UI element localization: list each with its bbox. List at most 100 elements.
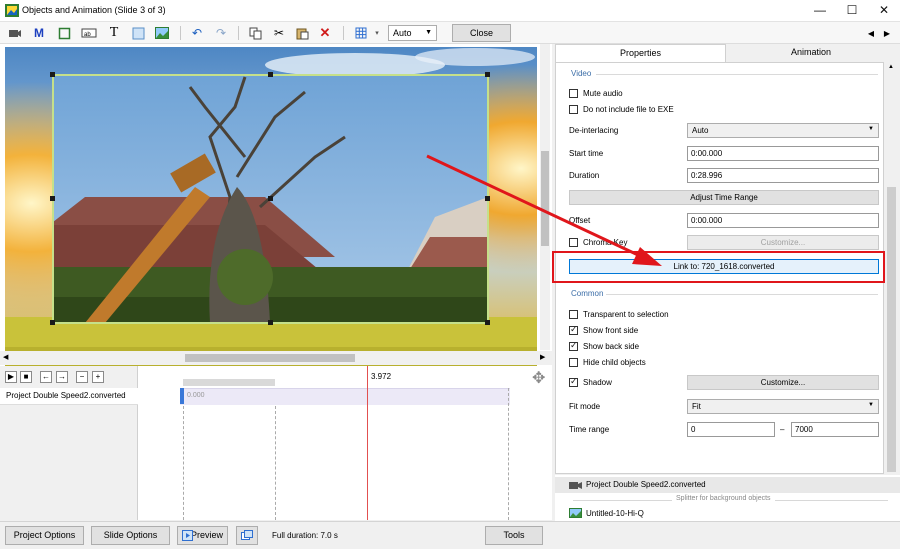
hide-child-checkbox[interactable] xyxy=(569,358,578,367)
object-name: Project Double Speed2.converted xyxy=(586,480,706,489)
section-divider xyxy=(606,294,878,295)
object-name[interactable]: Untitled-10-Hi-Q xyxy=(586,509,644,518)
frame-icon[interactable] xyxy=(129,24,147,42)
exclude-file-label: Do not include file to EXE xyxy=(583,105,674,114)
shadow-label: Shadow xyxy=(583,378,612,387)
section-divider xyxy=(596,74,878,75)
camera-icon[interactable] xyxy=(6,24,24,42)
stop-icon[interactable]: ■ xyxy=(20,371,32,383)
deinterlacing-value: Auto xyxy=(692,126,709,135)
transparent-checkbox[interactable] xyxy=(569,310,578,319)
transparent-label: Transparent to selection xyxy=(583,310,669,319)
canvas-horizontal-scrollbar[interactable]: ◀ ▶ xyxy=(0,351,552,365)
properties-scrollbar[interactable]: ▲ xyxy=(884,62,899,474)
project-options-button[interactable]: Project Options xyxy=(5,526,84,545)
cut-icon[interactable]: ✂ xyxy=(270,24,288,42)
scroll-thumb[interactable] xyxy=(887,187,896,472)
preview-button[interactable]: Preview xyxy=(177,526,228,545)
app-icon xyxy=(5,4,19,17)
next-icon[interactable]: ▶ xyxy=(878,24,896,42)
timeline-start-handle[interactable] xyxy=(180,388,184,404)
canvas-vertical-scrollbar[interactable] xyxy=(540,44,550,350)
show-back-checkbox[interactable] xyxy=(569,340,578,351)
paste-icon[interactable] xyxy=(293,24,311,42)
grid-dropdown-icon[interactable]: ▾ xyxy=(368,24,386,42)
close-window-button[interactable]: ✕ xyxy=(870,2,898,19)
mute-audio-checkbox[interactable] xyxy=(569,89,578,98)
fit-mode-label: Fit mode xyxy=(569,402,601,411)
scroll-left-icon[interactable]: ◀ xyxy=(3,353,8,361)
show-front-checkbox[interactable] xyxy=(569,324,578,335)
adjust-time-range-button[interactable]: Adjust Time Range xyxy=(569,190,879,205)
zoom-in-icon[interactable]: + xyxy=(92,371,104,383)
timeline-range-bar xyxy=(183,379,275,386)
chevron-down-icon: ▼ xyxy=(425,29,432,36)
time-range-to-field[interactable]: 7000 xyxy=(791,422,879,437)
toolbar: M ab T ↶ ↷ ✂ ✕ ▾ Auto ▼ Close ◀ ▶ xyxy=(0,22,900,44)
timeline-bar-start: 0.000 xyxy=(187,392,205,399)
zoom-select[interactable]: Auto ▼ xyxy=(388,25,437,41)
start-time-field[interactable]: 0:00.000 xyxy=(687,146,879,161)
shadow-checkbox[interactable] xyxy=(569,376,578,387)
show-front-label: Show front side xyxy=(583,326,639,335)
highlight-box xyxy=(552,251,885,283)
undo-icon[interactable]: ↶ xyxy=(188,24,206,42)
maximize-button[interactable]: ☐ xyxy=(838,2,866,19)
tab-properties[interactable]: Properties xyxy=(555,44,726,62)
label-icon[interactable]: ab xyxy=(80,24,98,42)
deinterlacing-select[interactable]: Auto ▼ xyxy=(687,123,879,138)
chroma-key-checkbox[interactable] xyxy=(569,238,578,247)
preview-icon xyxy=(182,530,193,541)
m-icon[interactable]: M xyxy=(30,24,48,42)
minimize-button[interactable]: — xyxy=(806,2,834,19)
timeline-playhead[interactable] xyxy=(367,366,368,520)
scroll-right-icon[interactable]: ▶ xyxy=(540,353,545,361)
image-icon[interactable] xyxy=(153,24,171,42)
text-icon[interactable]: T xyxy=(105,24,123,42)
rectangle-icon[interactable] xyxy=(55,24,73,42)
slide-options-button[interactable]: Slide Options xyxy=(91,526,170,545)
copy-icon[interactable] xyxy=(246,24,264,42)
timeline-controls: ▶ ■ ← → − + Project Double Speed2.conver… xyxy=(0,366,138,520)
arrow-left-icon[interactable]: ← xyxy=(40,371,52,383)
timeline: ▶ ■ ← → − + Project Double Speed2.conver… xyxy=(0,366,552,520)
timeline-guide xyxy=(275,406,276,520)
exclude-file-checkbox[interactable] xyxy=(569,105,578,114)
scroll-up-icon[interactable]: ▲ xyxy=(888,64,894,70)
timeline-track-label[interactable]: Project Double Speed2.converted xyxy=(0,388,138,405)
zoom-out-icon[interactable]: − xyxy=(76,371,88,383)
scroll-thumb[interactable] xyxy=(541,151,549,246)
arrow-right-icon[interactable]: → xyxy=(56,371,68,383)
section-video: Video xyxy=(571,69,592,78)
close-button[interactable]: Close xyxy=(452,24,511,42)
splitter-label: Splitter for background objects xyxy=(672,495,775,502)
redo-icon[interactable]: ↷ xyxy=(212,24,230,42)
scroll-thumb[interactable] xyxy=(185,354,355,362)
time-range-from-field[interactable]: 0 xyxy=(687,422,775,437)
window-mode-button[interactable] xyxy=(236,526,258,545)
slide-stage[interactable] xyxy=(5,47,537,394)
toolbar-separator xyxy=(238,26,239,40)
full-duration-text: Full duration: 7.0 s xyxy=(272,531,338,540)
play-icon[interactable]: ▶ xyxy=(5,371,17,383)
canvas-area xyxy=(0,44,552,394)
duration-field[interactable]: 0:28.996 xyxy=(687,168,879,183)
timeline-track-bar[interactable] xyxy=(180,388,510,405)
mute-audio-label: Mute audio xyxy=(583,89,623,98)
shadow-customize-button[interactable]: Customize... xyxy=(687,375,879,390)
delete-icon[interactable]: ✕ xyxy=(316,24,334,42)
title-bar: Objects and Animation (Slide 3 of 3) — ☐… xyxy=(0,0,900,22)
toolbar-separator xyxy=(343,26,344,40)
section-common: Common xyxy=(571,289,604,298)
bottom-bar: Project Options Slide Options Preview Fu… xyxy=(0,521,900,549)
offset-field[interactable]: 0:00.000 xyxy=(687,213,879,228)
window-title: Objects and Animation (Slide 3 of 3) xyxy=(22,5,166,15)
fit-mode-value: Fit xyxy=(692,402,701,411)
tab-animation[interactable]: Animation xyxy=(726,44,896,62)
timeline-guide xyxy=(508,388,509,520)
list-item[interactable]: Project Double Speed2.converted xyxy=(555,477,900,493)
move-icon[interactable]: ✥ xyxy=(532,368,545,388)
tools-button[interactable]: Tools xyxy=(485,526,543,545)
fit-mode-select[interactable]: Fit ▼ xyxy=(687,399,879,414)
chevron-down-icon: ▼ xyxy=(868,402,874,408)
